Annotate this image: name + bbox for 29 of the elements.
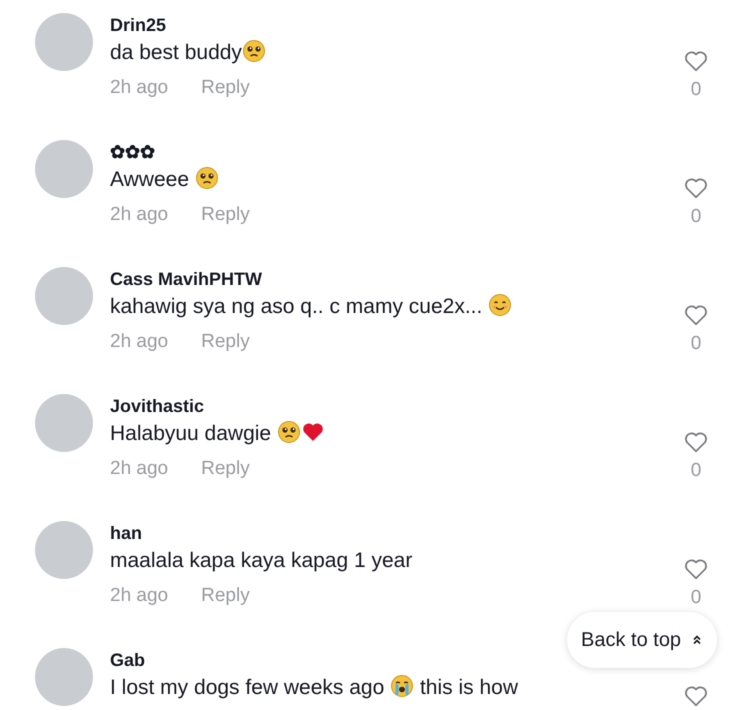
like-count: 0 (690, 205, 702, 229)
pleading-face-icon (276, 420, 301, 444)
double-chevron-up-icon (691, 634, 704, 646)
username[interactable]: Cass MavihPHTW (110, 266, 262, 292)
username[interactable]: han (110, 520, 142, 546)
comment-text: Halabyuu dawgie (110, 419, 325, 449)
crying-face-icon (390, 674, 414, 698)
comment-text: I lost my dogs few weeks ago this is how (110, 673, 518, 701)
comment-text: da best buddy (110, 38, 266, 68)
username[interactable]: ✿✿✿ (110, 139, 155, 165)
like-count: 0 (690, 459, 702, 483)
comment-text: Awweee (110, 165, 219, 195)
pleading-face-icon (242, 39, 266, 63)
like-count: 0 (690, 332, 702, 356)
smiling-face-icon (488, 293, 512, 317)
comment-time: 2h ago (110, 76, 168, 100)
back-to-top-button[interactable]: Back to top (567, 612, 718, 668)
comment-time: 2h ago (110, 203, 168, 227)
comment-text: maalala kapa kaya kapag 1 year (110, 548, 412, 574)
username[interactable]: Gab (110, 647, 146, 673)
comment-time: 2h ago (110, 330, 168, 354)
like-count: 0 (690, 586, 702, 610)
comment-time: 2h ago (110, 457, 168, 481)
pleading-face-icon (194, 166, 219, 190)
comment-time: 2h ago (110, 584, 168, 608)
username[interactable]: Drin25 (110, 12, 166, 38)
username[interactable]: Jovithastic (110, 393, 204, 419)
comment-text: kahawig sya ng aso q.. c mamy cue2x... (110, 292, 512, 322)
like-count: 0 (690, 78, 702, 102)
